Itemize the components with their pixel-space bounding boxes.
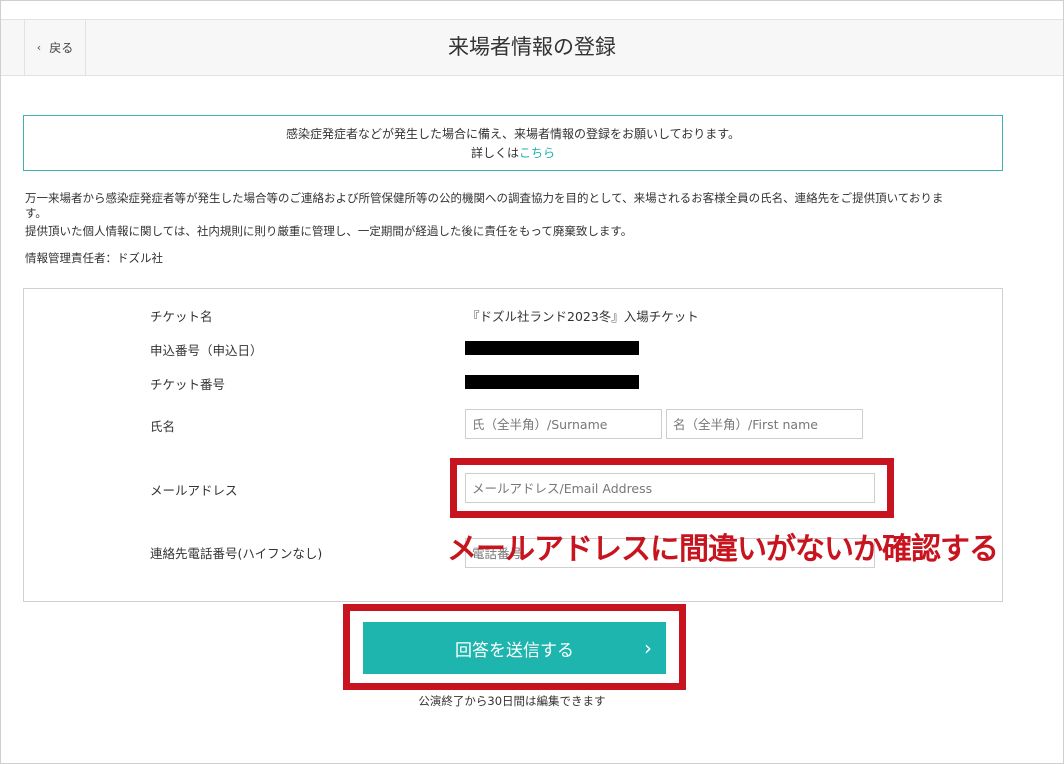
ticket-name-value: 『ドズル社ランド2023冬』入場チケット [467,309,699,324]
top-strip [1,1,1063,19]
ticket-name-label: チケット名 [150,309,213,324]
email-label: メールアドレス [150,483,238,498]
notice-text: 感染症発症者などが発生した場合に備え、来場者情報の登録をお願いしております。 [285,127,741,141]
back-label: 戻る [49,41,74,55]
surname-input[interactable] [465,409,662,439]
description-line-1: 万一来場者から感染症発症者等が発生した場合等のご連絡および所管保健所等の公的機関… [25,191,944,205]
notice-box: 感染症発症者などが発生した場合に備え、来場者情報の登録をお願いしております。 詳… [23,115,1003,171]
description-line-1b: す。 [25,206,47,220]
notice-details: 詳しくはこちら [24,144,1002,161]
name-label: 氏名 [150,419,176,434]
annotation-caption: メールアドレスに間違いがないか確認する [447,532,999,567]
submit-highlight-box [343,604,686,690]
details-link[interactable]: こちら [519,146,555,160]
chevron-left-icon: ‹ [36,41,42,54]
page-header: 来場者情報の登録 ‹ 戻る [1,19,1063,76]
ticket-number-redacted [465,375,639,389]
phone-label: 連絡先電話番号(ハイフンなし) [150,546,323,561]
firstname-input[interactable] [666,409,863,439]
email-highlight-box [450,458,894,518]
info-manager: 情報管理責任者：ドズル社 [25,251,163,265]
edit-footnote: 公演終了から30日間は編集できます [418,694,606,708]
order-number-redacted [465,341,639,355]
order-number-label: 申込番号（申込日） [150,343,263,358]
page-title: 来場者情報の登録 [448,35,616,59]
description-line-2: 提供頂いた個人情報に関しては、社内規則に則り厳重に管理し、一定期間が経過した後に… [25,224,633,238]
ticket-number-label: チケット番号 [150,377,226,392]
notice-details-prefix: 詳しくは [470,146,519,160]
back-button[interactable]: ‹ 戻る [24,20,86,75]
